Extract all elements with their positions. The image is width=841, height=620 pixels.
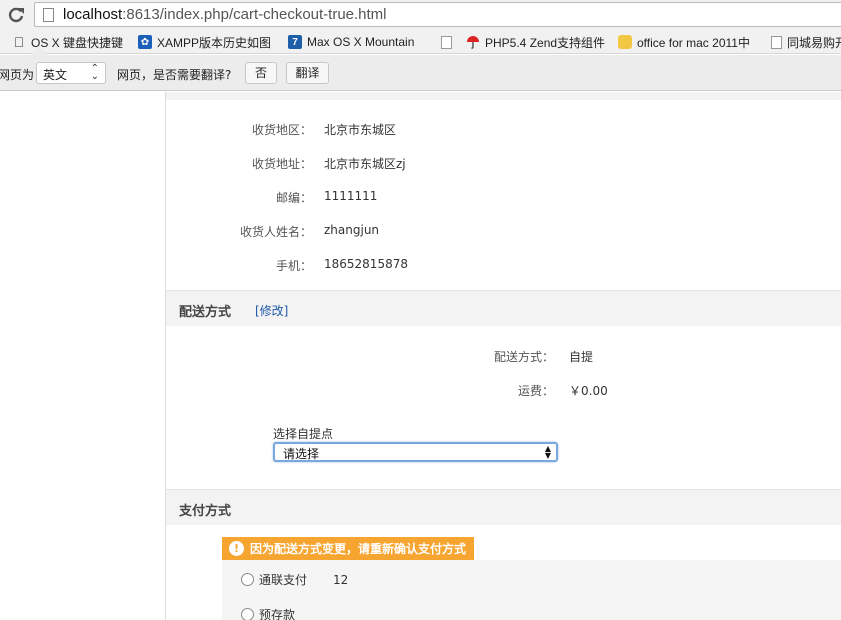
address-region-value: 北京市东城区 xyxy=(324,123,397,137)
document-icon xyxy=(441,35,452,49)
address-bar[interactable]: localhost:8613/index.php/cart-checkout-t… xyxy=(34,2,841,27)
bookmark-php-zend[interactable]: PHP5.4 Zend支持组件 xyxy=(466,33,605,51)
radio-button[interactable] xyxy=(241,608,254,620)
office-icon xyxy=(618,35,632,49)
translate-prefix: 网页为 xyxy=(0,68,35,82)
mobile-value: 18652815878 xyxy=(324,257,408,271)
reload-icon[interactable] xyxy=(6,5,26,25)
shipping-fee-value: ￥0.00 xyxy=(569,384,608,398)
exclamation-icon: ! xyxy=(229,541,244,556)
bookmark-xampp[interactable]: ✿ XAMPP版本历史如图 xyxy=(138,33,271,51)
shipping-section-header: 配送方式 [修改] xyxy=(166,290,841,326)
umbrella-icon xyxy=(467,36,479,49)
select-arrows-icon: ▲ ▼ xyxy=(544,444,551,460)
recipient-name-label: 收货人姓名： xyxy=(239,225,312,239)
bookmark-blank-1[interactable] xyxy=(441,33,457,51)
select-arrows-icon: ⌃ ⌄ xyxy=(90,63,99,82)
bookmark-tongcheng[interactable]: 同城易购开 xyxy=(771,33,841,51)
postcode-value: 1111111 xyxy=(324,189,378,203)
seven-icon: 7 xyxy=(288,35,302,49)
address-region-label: 收货地区： xyxy=(251,123,312,137)
shipping-method-value: 自提 xyxy=(569,350,594,364)
bookmark-mac-os-x[interactable]: 7 Max OS X Mountain xyxy=(288,33,414,51)
checkout-content: 收货地区： 北京市东城区 收货地址： 北京市东城区zj 邮编： 1111111 … xyxy=(165,92,841,620)
translate-question: 网页，是否需要翻译? xyxy=(117,68,232,82)
xampp-icon: ✿ xyxy=(138,35,152,49)
top-strip xyxy=(166,92,841,100)
payment-options-box: 通联支付 12 预存款 xyxy=(222,560,841,620)
shipping-edit-link[interactable]: [修改] xyxy=(255,302,288,319)
radio-button[interactable] xyxy=(241,573,254,586)
source-language-select[interactable]: 英文 ⌃ ⌄ xyxy=(36,62,106,84)
payment-title: 支付方式 xyxy=(179,504,232,519)
bookmark-osx-shortcuts[interactable]:  OS X 键盘快捷键 xyxy=(12,33,123,51)
payment-change-notice: ! 因为配送方式变更，请重新确认支付方式 xyxy=(222,537,474,560)
page-icon xyxy=(43,8,54,22)
address-street-value: 北京市东城区zj xyxy=(324,157,406,171)
no-translate-button[interactable]: 否 xyxy=(245,62,277,84)
document-icon xyxy=(771,35,782,49)
shipping-method-label: 配送方式： xyxy=(493,350,554,364)
browser-toolbar: localhost:8613/index.php/cart-checkout-t… xyxy=(0,0,841,30)
postcode-label: 邮编： xyxy=(275,191,312,205)
bookmarks-bar:  OS X 键盘快捷键 ✿ XAMPP版本历史如图 7 Max OS X Mo… xyxy=(0,30,841,54)
payment-section-header: 支付方式 xyxy=(166,489,841,525)
payment-option-prepaid[interactable]: 预存款 xyxy=(241,606,295,620)
apple-icon:  xyxy=(12,34,26,50)
url-text[interactable]: localhost:8613/index.php/cart-checkout-t… xyxy=(63,6,387,23)
mobile-label: 手机： xyxy=(275,259,312,273)
shipping-fee-label: 运费： xyxy=(517,384,554,398)
recipient-name-value: zhangjun xyxy=(324,223,380,237)
payment-option-allinpay[interactable]: 通联支付 12 xyxy=(241,571,348,588)
bookmark-office-mac[interactable]: office for mac 2011中 xyxy=(618,33,750,51)
translate-button[interactable]: 翻译 xyxy=(286,62,329,84)
pickup-point-select[interactable]: 请选择 ▲ ▼ xyxy=(273,442,558,462)
pickup-point-label: 选择自提点 xyxy=(273,427,334,441)
shipping-title: 配送方式 xyxy=(179,305,232,320)
translate-bar: 网页为 英文 ⌃ ⌄ 网页，是否需要翻译? 否 翻译 xyxy=(0,55,841,91)
address-street-label: 收货地址： xyxy=(251,157,312,171)
